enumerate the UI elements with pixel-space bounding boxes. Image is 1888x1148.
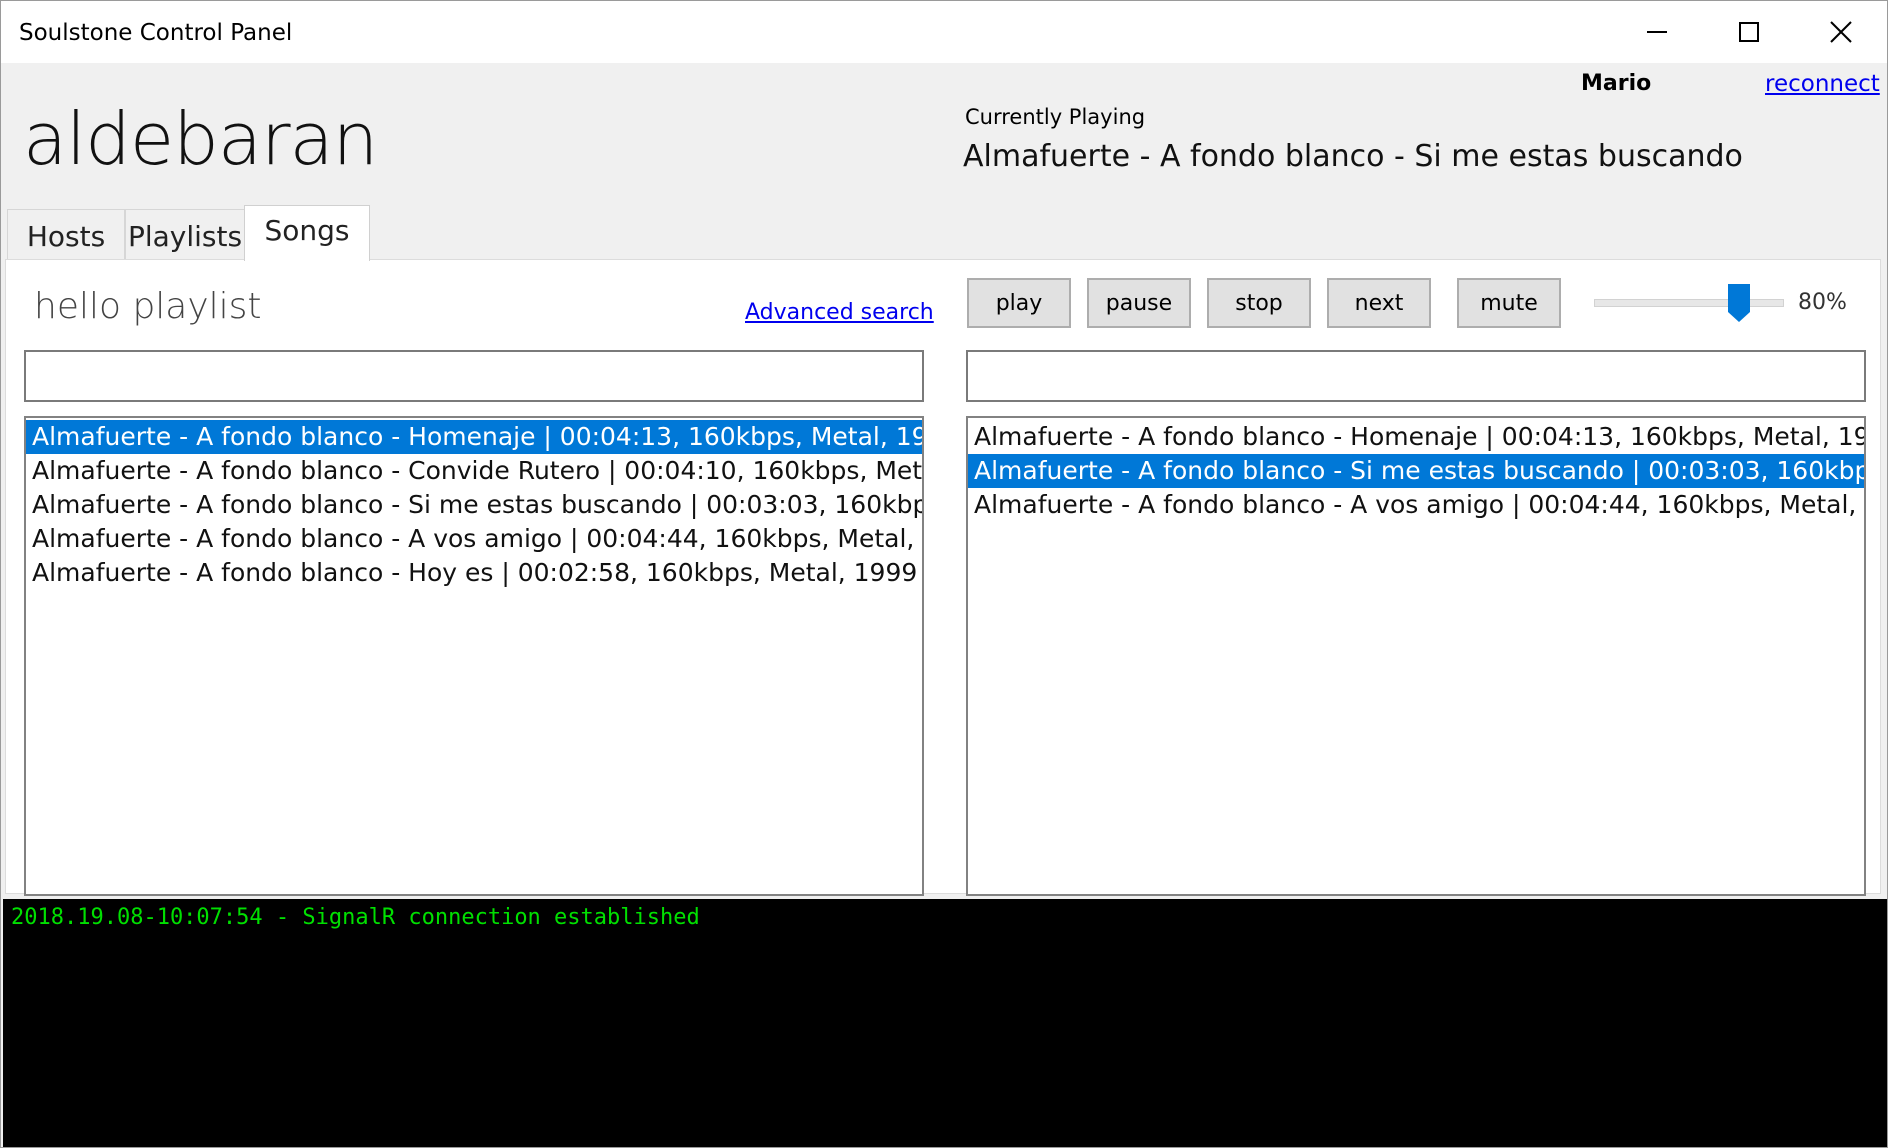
log-console: 2018.19.08-10:07:54 - SignalR connection… — [3, 899, 1887, 1147]
song-filter-input[interactable] — [24, 350, 924, 402]
song-list-item[interactable]: Almafuerte - A fondo blanco - Hoy es | 0… — [26, 556, 922, 590]
host-name: aldebaran — [23, 97, 378, 181]
song-list-items: Almafuerte - A fondo blanco - Homenaje |… — [26, 418, 922, 590]
title-bar: Soulstone Control Panel — [1, 1, 1887, 63]
queue-list[interactable]: Almafuerte - A fondo blanco - Homenaje |… — [966, 416, 1866, 896]
queue-list-item[interactable]: Almafuerte - A fondo blanco - A vos amig… — [968, 488, 1864, 522]
minimize-button[interactable] — [1611, 1, 1703, 63]
reconnect-link[interactable]: reconnect — [1765, 71, 1880, 97]
songs-tab-content: hello playlist Advanced search Almafuert… — [5, 259, 1881, 896]
maximize-button[interactable] — [1703, 1, 1795, 63]
volume-label: 80% — [1798, 290, 1847, 315]
song-list-item[interactable]: Almafuerte - A fondo blanco - Convide Ru… — [26, 454, 922, 488]
now-playing-label: Currently Playing — [965, 105, 1146, 129]
mute-button[interactable]: mute — [1457, 278, 1561, 328]
playlist-title: hello playlist — [34, 286, 262, 327]
volume-slider-track[interactable] — [1594, 299, 1784, 307]
song-list-item[interactable]: Almafuerte - A fondo blanco - A vos amig… — [26, 522, 922, 556]
advanced-search-link[interactable]: Advanced search — [745, 300, 934, 325]
now-playing-value: Almafuerte - A fondo blanco - Si me esta… — [963, 139, 1743, 174]
app-window: Soulstone Control Panel aldebaran Mario … — [0, 0, 1888, 1148]
pause-button[interactable]: pause — [1087, 278, 1191, 328]
close-button[interactable] — [1795, 1, 1887, 63]
song-list-item[interactable]: Almafuerte - A fondo blanco - Homenaje |… — [26, 420, 922, 454]
queue-list-items: Almafuerte - A fondo blanco - Homenaje |… — [968, 418, 1864, 522]
stop-button[interactable]: stop — [1207, 278, 1311, 328]
log-line: 2018.19.08-10:07:54 - SignalR connection… — [11, 905, 700, 930]
tab-hosts[interactable]: Hosts — [7, 209, 125, 259]
close-icon — [1830, 21, 1852, 43]
tab-songs[interactable]: Songs — [244, 205, 370, 261]
queue-filter-input[interactable] — [966, 350, 1866, 402]
tab-playlists[interactable]: Playlists — [125, 209, 245, 259]
maximize-icon — [1739, 22, 1759, 42]
user-name: Mario — [1581, 71, 1652, 96]
window-title: Soulstone Control Panel — [19, 20, 293, 46]
window-frame: Soulstone Control Panel aldebaran Mario … — [0, 0, 1888, 1148]
song-list[interactable]: Almafuerte - A fondo blanco - Homenaje |… — [24, 416, 924, 896]
queue-list-item[interactable]: Almafuerte - A fondo blanco - Si me esta… — [968, 454, 1864, 488]
minimize-icon — [1647, 31, 1667, 33]
volume-slider-thumb[interactable] — [1728, 284, 1751, 322]
queue-list-item[interactable]: Almafuerte - A fondo blanco - Homenaje |… — [968, 420, 1864, 454]
play-button[interactable]: play — [967, 278, 1071, 328]
song-list-item[interactable]: Almafuerte - A fondo blanco - Si me esta… — [26, 488, 922, 522]
next-button[interactable]: next — [1327, 278, 1431, 328]
